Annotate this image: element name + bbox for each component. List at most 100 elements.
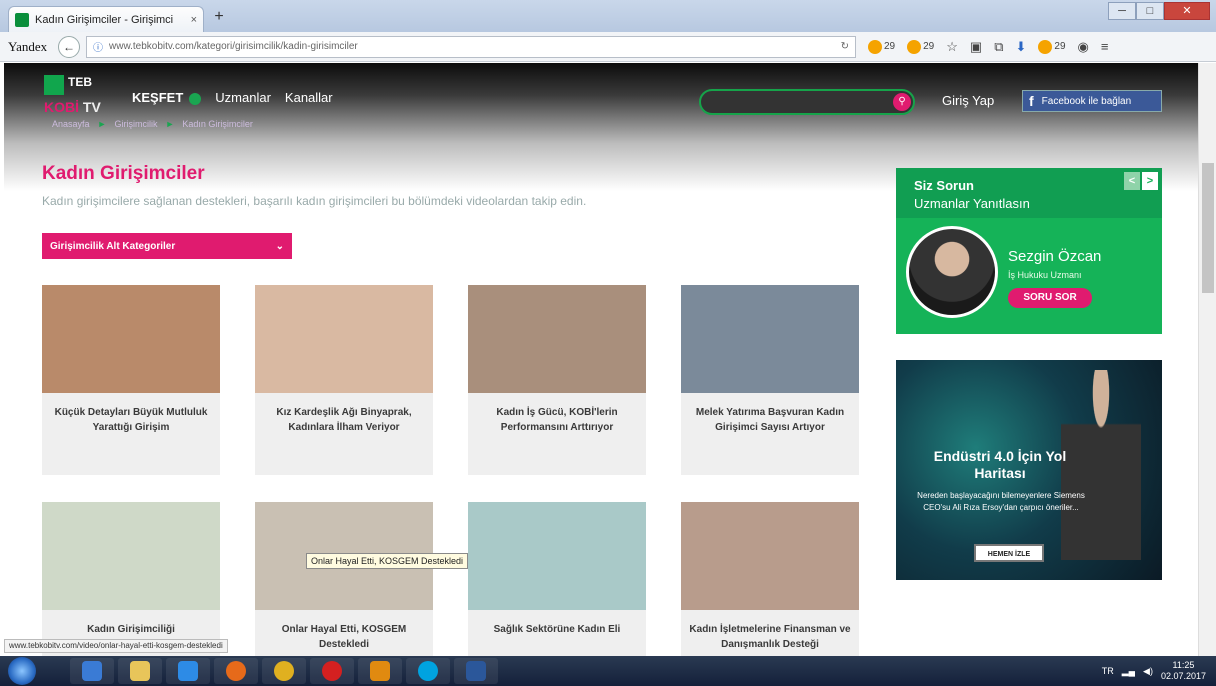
taskbar-app-opera[interactable] [310,658,354,684]
video-card[interactable]: Küçük Detayları Büyük Mutluluk Yarattığı… [42,285,220,475]
breadcrumb-girisimcilik[interactable]: Girişimcilik [114,119,157,129]
video-card[interactable]: Kadın İşletmelerine Finansman ve Danışma… [681,502,859,656]
taskbar-app-media[interactable] [358,658,402,684]
coin-icon [907,39,922,54]
page-subtitle: Kadın girişimcilere sağlanan destekleri,… [42,194,587,208]
search-icon[interactable]: ⚲ [893,93,911,111]
close-window-icon[interactable]: ✕ [1164,2,1210,20]
video-card[interactable]: Kadın Girişimciliği [42,502,220,656]
next-arrow-icon[interactable]: > [1142,172,1158,190]
media-player-icon [370,661,390,681]
browser-tab[interactable]: Kadın Girişimciler - Girişimci × [8,6,204,32]
promo-banner[interactable]: Endüstri 4.0 İçin Yol Haritası Nereden b… [896,360,1162,580]
status-bar-url: www.tebkobitv.com/video/onlar-hayal-etti… [4,639,228,653]
promo-description: Nereden başlayacağını bilemeyenlere Siem… [917,491,1085,512]
nav-kanallar[interactable]: Kanallar [285,90,333,105]
login-link[interactable]: Giriş Yap [942,93,994,108]
breadcrumb: Anasayfa ► Girişimcilik ► Kadın Girişimcil… [52,119,253,129]
taskbar-app-explorer[interactable] [118,658,162,684]
video-card[interactable]: Onlar Hayal Etti, KOSGEM Destekledi [255,502,433,656]
star-icon[interactable]: ☆ [946,39,958,55]
new-tab-button[interactable]: + [208,9,230,27]
clipboard-icon[interactable]: ▣ [970,39,982,55]
video-card[interactable]: Kadın İş Gücü, KOBİ'lerin Performansını … [468,285,646,475]
site-favicon-icon [15,12,29,27]
addon-1[interactable]: 29 [868,39,895,54]
video-card[interactable]: Kız Kardeşlik Ağı Binyaprak, Kadınlara İ… [255,285,433,475]
video-thumbnail[interactable] [42,285,220,393]
taskbar-app-chrome[interactable] [262,658,306,684]
site-search-input[interactable]: ⚲ [699,89,915,115]
menu-icon[interactable]: ≡ [1101,39,1109,54]
logo-kobi: KOBİ [44,99,79,115]
video-thumbnail[interactable] [468,502,646,610]
tooltip: Onlar Hayal Etti, KOSGEM Destekledi [306,553,469,569]
system-tray: TR ▂▄ ◀) 11:25 02.07.2017 [1102,656,1206,686]
dropdown-label: Girişimcilik Alt Kategoriler [50,240,176,252]
scrollbar-thumb[interactable] [1202,163,1214,293]
expert-band: Sezgin Özcan İş Hukuku Uzmanı SORU SOR [896,218,1162,334]
ask-title: Siz Sorun [914,178,974,193]
facebook-icon: f [1029,93,1034,109]
video-title[interactable]: Kadın İş Gücü, KOBİ'lerin Performansını … [468,393,646,435]
page-scrollbar[interactable] [1198,63,1216,656]
minimize-icon[interactable]: ─ [1108,2,1136,20]
prev-arrow-icon[interactable]: < [1124,172,1140,190]
nav-uzmanlar[interactable]: Uzmanlar [215,90,271,105]
checkmark-icon [82,661,102,681]
video-title[interactable]: Kız Kardeşlik Ağı Binyaprak, Kadınlara İ… [255,393,433,435]
tab-close-icon[interactable]: × [191,14,197,26]
video-title[interactable]: Kadın Girişimciliği [42,610,220,637]
logo-tv: TV [82,99,101,115]
address-bar[interactable]: ⓘ www.tebkobitv.com/kategori/girisimcili… [86,35,856,58]
video-thumbnail[interactable] [681,285,859,393]
taskbar-app-word[interactable] [454,658,498,684]
expert-avatar [906,226,998,318]
nav-kesfet[interactable]: KEŞFET [132,90,202,105]
taskbar-app-firefox[interactable] [214,658,258,684]
info-icon: ⓘ [93,43,103,54]
taskbar-app-tasks[interactable] [70,658,114,684]
addon-2[interactable]: 29 [907,39,934,54]
maximize-icon[interactable]: □ [1136,2,1164,20]
logo-kobi-tv: KOBİ TV [44,99,101,115]
video-title[interactable]: Küçük Detayları Büyük Mutluluk Yarattığı… [42,393,220,435]
search-engine-label: Yandex [8,38,48,54]
network-icon[interactable]: ▂▄ [1122,666,1135,677]
watch-now-button[interactable]: HEMEN İZLE [974,544,1044,562]
volume-icon[interactable]: ◀) [1143,666,1153,677]
video-thumbnail[interactable] [468,285,646,393]
back-icon[interactable]: ← [58,35,80,58]
skype-icon [418,661,438,681]
language-indicator[interactable]: TR [1102,666,1114,676]
video-title[interactable]: Onlar Hayal Etti, KOSGEM Destekledi [255,610,433,652]
video-thumbnail[interactable] [255,285,433,393]
download-icon[interactable]: ⬇ [1016,39,1027,55]
taskbar-app-ie[interactable] [166,658,210,684]
video-title[interactable]: Melek Yatırıma Başvuran Kadın Girişimci … [681,393,859,435]
video-title[interactable]: Sağlık Sektörüne Kadın Eli [468,610,646,637]
subcategory-dropdown[interactable]: Girişimcilik Alt Kategoriler ⌄ [42,233,292,259]
extension-icon[interactable]: ◉ [1078,39,1089,55]
video-title[interactable]: Kadın İşletmelerine Finansman ve Danışma… [681,610,859,652]
promo-title: Endüstri 4.0 İçin Yol Haritası [933,448,1067,481]
facebook-login-button[interactable]: f Facebook ile bağlan [1022,90,1162,112]
ask-question-button[interactable]: SORU SOR [1008,288,1092,308]
coin-icon [1038,39,1053,54]
breadcrumb-home[interactable]: Anasayfa [52,119,90,129]
video-thumbnail[interactable] [681,502,859,610]
taskbar-app-skype[interactable] [406,658,450,684]
start-button-icon[interactable] [8,657,36,685]
clock-date: 02.07.2017 [1160,671,1206,681]
screenshot-icon[interactable]: ⧉ [994,39,1003,55]
video-card[interactable]: Sağlık Sektörüne Kadın Eli [468,502,646,656]
ask-subtitle: Uzmanlar Yanıtlasın [914,196,1030,211]
windows-taskbar: TR ▂▄ ◀) 11:25 02.07.2017 [0,656,1216,686]
system-clock[interactable]: 11:25 02.07.2017 [1161,660,1206,682]
breadcrumb-arrow-icon: ► [97,119,107,129]
addon-3[interactable]: 29 [1038,39,1066,54]
word-icon [466,661,486,681]
video-thumbnail[interactable] [42,502,220,610]
reload-icon[interactable]: ↻ [841,41,849,52]
video-card[interactable]: Melek Yatırıma Başvuran Kadın Girişimci … [681,285,859,475]
